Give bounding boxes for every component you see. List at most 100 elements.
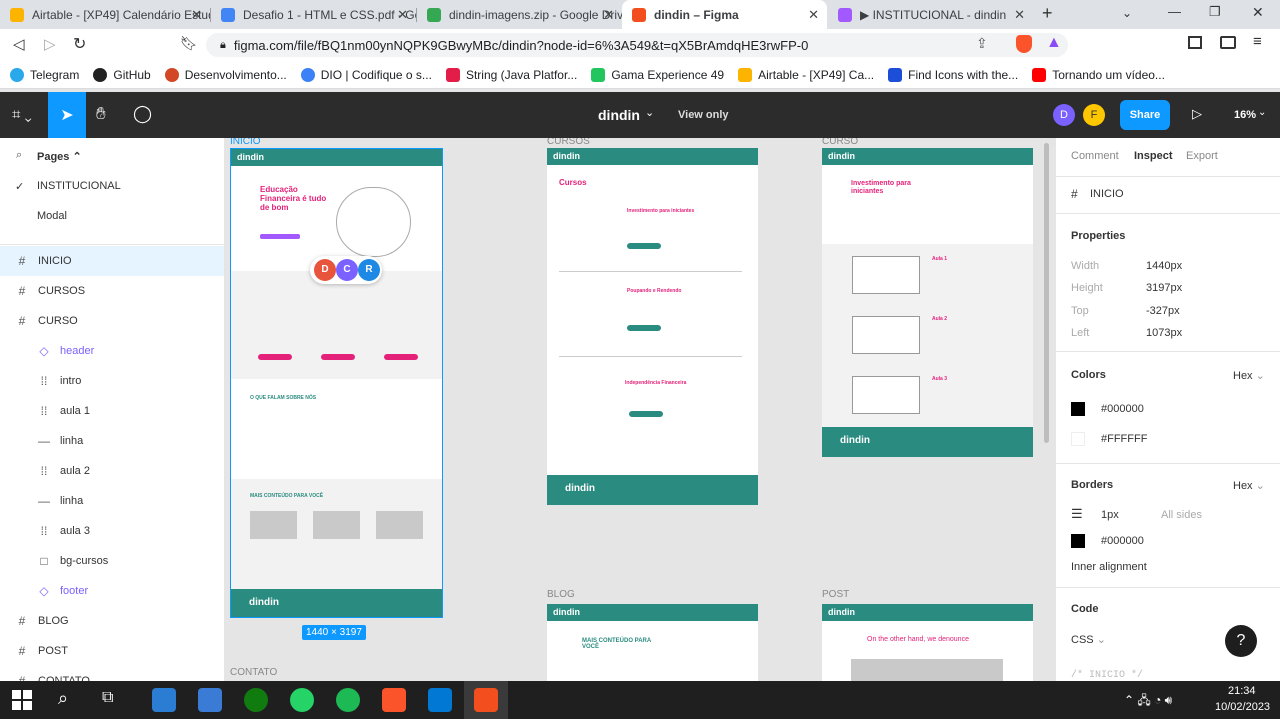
share-page-icon[interactable]: ⇪	[976, 35, 988, 52]
close-icon[interactable]: ✕	[191, 7, 202, 23]
prop-value[interactable]: -327px	[1146, 305, 1180, 317]
bookmark-icon[interactable]: 🔖︎	[180, 35, 198, 52]
brave-shield-icon[interactable]	[1016, 35, 1032, 53]
avatar[interactable]: D	[1053, 104, 1075, 126]
bookmark-item[interactable]: String (Java Platfor...	[445, 67, 577, 82]
layer-item[interactable]: □ bg-cursos	[0, 546, 224, 576]
url-field[interactable]: 🔒︎ figma.com/file/fBQ1nm00ynNQPK9GBwyMBc…	[206, 33, 1068, 57]
border-width[interactable]: 1px	[1101, 509, 1119, 521]
frame-inicio[interactable]: dindin Educação Financeira é tudo de bom…	[230, 148, 443, 618]
close-icon[interactable]: ✕	[397, 7, 408, 23]
minimize-icon[interactable]: —	[1168, 4, 1181, 19]
frame-post[interactable]: dindin On the other hand, we denounce	[822, 604, 1033, 681]
frame-label-cursos[interactable]: CURSOS	[547, 138, 590, 147]
search-icon[interactable]: ⌕	[58, 688, 68, 709]
design-canvas[interactable]: INICIO CURSOS CURSO BLOG POST CONTATO di…	[225, 138, 1055, 681]
frame-curso[interactable]: dindin Investimento para iniciantes Aula…	[822, 148, 1033, 457]
code-lang-dropdown[interactable]: CSS ⌄	[1071, 633, 1106, 646]
brave-rewards-icon[interactable]: ▲	[1046, 34, 1062, 52]
store-icon[interactable]	[198, 688, 222, 712]
prop-value[interactable]: 1073px	[1146, 327, 1182, 339]
frame-label-contato[interactable]: CONTATO	[230, 667, 277, 678]
windows-start-icon[interactable]	[12, 690, 32, 710]
mail-icon[interactable]	[152, 688, 176, 712]
border-color[interactable]: #000000	[1101, 535, 1144, 547]
color-value[interactable]: #FFFFFF	[1101, 433, 1147, 445]
borders-format-dropdown[interactable]: Hex ⌄	[1233, 479, 1265, 492]
whatsapp-icon[interactable]	[290, 688, 314, 712]
frame-cursos[interactable]: dindin Cursos Investimento para iniciant…	[547, 148, 758, 505]
bookmark-item[interactable]: Desenvolvimento...	[164, 67, 287, 82]
xbox-icon[interactable]	[244, 688, 268, 712]
color-value[interactable]: #000000	[1101, 403, 1144, 415]
pages-heading[interactable]: Pages ⌃	[37, 150, 82, 163]
tab-comment[interactable]: Comment	[1071, 150, 1119, 162]
present-icon[interactable]: ▷	[1192, 106, 1202, 122]
tab-export[interactable]: Export	[1186, 150, 1218, 162]
tray-icons[interactable]: ⌃ 🖧︎ ◔ 🔊︎	[1124, 691, 1172, 712]
sidebar-icon[interactable]	[1188, 36, 1202, 49]
bookmark-item[interactable]: Gama Experience 49	[591, 67, 724, 82]
reload-icon[interactable]: ↻	[73, 34, 86, 54]
vscode-icon[interactable]	[428, 688, 452, 712]
back-icon[interactable]: ◁	[13, 35, 25, 53]
brave-icon[interactable]	[382, 688, 406, 712]
layer-item[interactable]: # CURSO	[0, 306, 224, 336]
maximize-icon[interactable]: ❐	[1209, 4, 1221, 20]
close-icon[interactable]: ✕	[1014, 7, 1025, 23]
canvas-scrollbar[interactable]	[1044, 143, 1049, 443]
chevron-down-icon[interactable]: ⌄	[645, 106, 654, 119]
layer-item[interactable]: ⁞⁞ aula 1	[0, 396, 224, 426]
bookmark-item[interactable]: GitHub	[93, 67, 151, 82]
browser-tab[interactable]: Airtable - [XP49] Calendário Estud ✕	[0, 0, 210, 29]
close-icon[interactable]: ✕	[603, 7, 614, 23]
colors-format-dropdown[interactable]: Hex ⌄	[1233, 369, 1265, 382]
wallet-icon[interactable]	[1220, 36, 1236, 49]
tab-search-icon[interactable]: ⌄	[1122, 6, 1132, 20]
close-icon[interactable]: ✕	[808, 7, 819, 23]
browser-tab[interactable]: dindin-imagens.zip - Google Drive ✕	[417, 0, 622, 29]
bookmark-item[interactable]: Tornando um vídeo...	[1032, 67, 1165, 82]
layer-item[interactable]: # CONTATO	[0, 666, 224, 681]
browser-tab-active[interactable]: dindin – Figma ✕	[622, 0, 827, 29]
bookmark-item[interactable]: Find Icons with the...	[888, 67, 1018, 82]
hand-tool-icon[interactable]: ✋︎	[96, 104, 106, 124]
layer-item[interactable]: ⁞⁞ aula 3	[0, 516, 224, 546]
new-tab-icon[interactable]: +	[1042, 3, 1053, 24]
bookmark-item[interactable]: DIO | Codifique o s...	[300, 67, 432, 82]
task-view-icon[interactable]: ⧉	[102, 689, 113, 707]
zoom-level[interactable]: 16%	[1234, 109, 1256, 121]
avatar[interactable]: R	[358, 259, 380, 281]
bookmark-item[interactable]: Telegram	[10, 67, 79, 82]
layer-item[interactable]: # POST	[0, 636, 224, 666]
move-tool-icon[interactable]: ➤	[48, 92, 86, 138]
layer-item[interactable]: # CURSOS	[0, 276, 224, 306]
frame-label-post[interactable]: POST	[822, 589, 849, 600]
page-item-institucional[interactable]: ✓ INSTITUCIONAL	[0, 171, 224, 201]
frame-label-inicio[interactable]: INICIO	[230, 138, 261, 147]
frame-label-blog[interactable]: BLOG	[547, 589, 575, 600]
layer-item[interactable]: ◇ header	[0, 336, 224, 366]
frame-blog[interactable]: dindin MAIS CONTEÚDO PARA VOCÊ	[547, 604, 758, 681]
avatar[interactable]: C	[336, 259, 358, 281]
layer-item[interactable]: — linha	[0, 486, 224, 516]
layer-item[interactable]: ⁞⁞ intro	[0, 366, 224, 396]
clock-date[interactable]: 10/02/2023	[1215, 701, 1270, 713]
avatar[interactable]: D	[314, 259, 336, 281]
figma-menu-icon[interactable]: ⌗ ⌄	[12, 106, 32, 123]
clock-time[interactable]: 21:34	[1228, 685, 1256, 697]
layer-item[interactable]: # BLOG	[0, 606, 224, 636]
prop-value[interactable]: 3197px	[1146, 282, 1182, 294]
help-button[interactable]: ?	[1225, 625, 1257, 657]
figma-app-icon[interactable]	[474, 688, 498, 712]
file-name[interactable]: dindin	[598, 107, 640, 123]
layer-item[interactable]: ◇ footer	[0, 576, 224, 606]
layer-item[interactable]: — linha	[0, 426, 224, 456]
search-icon[interactable]: ⌕	[16, 149, 22, 162]
window-close-icon[interactable]: ✕	[1252, 4, 1264, 21]
avatar[interactable]: F	[1083, 104, 1105, 126]
tab-inspect[interactable]: Inspect	[1134, 150, 1173, 162]
forward-icon[interactable]: ▷	[44, 35, 56, 53]
layer-item[interactable]: ⁞⁞ aula 2	[0, 456, 224, 486]
browser-tab[interactable]: ▶ INSTITUCIONAL - dindin ✕	[828, 0, 1033, 29]
